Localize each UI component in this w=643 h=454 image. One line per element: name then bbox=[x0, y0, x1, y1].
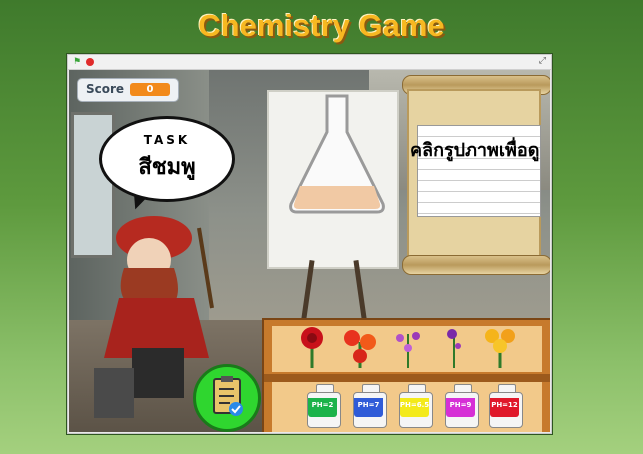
bottle-ph-label: PH=2 bbox=[311, 401, 334, 409]
rose-icon[interactable] bbox=[292, 324, 332, 368]
task-color-text: สีชมพู bbox=[138, 155, 196, 180]
info-scroll[interactable]: คลิกรูปภาพเพื่อดู bbox=[402, 75, 550, 275]
shelf-board bbox=[264, 374, 550, 382]
stage-window: ⚑ ⤢ Score 0 TASK สีชมพู คลิกรูปภาพเพื่อด… bbox=[67, 54, 552, 434]
scroll-prompt[interactable]: คลิกรูปภาพเพื่อดู bbox=[410, 135, 540, 164]
red-flower-icon[interactable] bbox=[340, 324, 380, 368]
game-stage: Score 0 TASK สีชมพู คลิกรูปภาพเพื่อดู PH… bbox=[69, 70, 550, 432]
flask-icon[interactable] bbox=[287, 94, 387, 214]
purple-flower-icon[interactable] bbox=[388, 324, 428, 368]
ph-bottle-9[interactable]: PH=9 bbox=[444, 384, 480, 428]
task-speech-bubble: TASK สีชมพู bbox=[99, 116, 235, 202]
shelf: PH=2 PH=7 PH=6.5 PH=9 PH=12 bbox=[262, 318, 550, 432]
bottle-ph-label: PH=6.5 bbox=[399, 401, 430, 409]
bottle-ph-label: PH=9 bbox=[449, 401, 472, 409]
ph-bottle-12[interactable]: PH=12 bbox=[488, 384, 524, 428]
stop-icon[interactable] bbox=[86, 58, 94, 66]
ph-bottle-7[interactable]: PH=7 bbox=[352, 384, 388, 428]
scroll-paper bbox=[407, 89, 541, 258]
green-flag-icon[interactable]: ⚑ bbox=[73, 57, 83, 67]
yellow-flower-icon[interactable] bbox=[480, 324, 520, 368]
score-label: Score bbox=[86, 82, 125, 96]
bottle-ph-label: PH=7 bbox=[357, 401, 380, 409]
clipboard-icon bbox=[213, 376, 243, 416]
score-value: 0 bbox=[130, 83, 170, 96]
score-display: Score 0 bbox=[77, 78, 179, 102]
ph-bottle-6-5[interactable]: PH=6.5 bbox=[398, 384, 434, 428]
ph-bottle-2[interactable]: PH=2 bbox=[306, 384, 342, 428]
small-purple-flower-icon[interactable] bbox=[434, 324, 474, 368]
game-title: Chemistry Game bbox=[198, 8, 445, 43]
checklist-button[interactable] bbox=[193, 364, 261, 432]
bottle-ph-label: PH=12 bbox=[491, 401, 518, 409]
task-label: TASK bbox=[143, 133, 191, 147]
scroll-bottom-roll bbox=[402, 255, 550, 275]
stage-toolbar: ⚑ ⤢ bbox=[68, 55, 551, 70]
fullscreen-icon[interactable]: ⤢ bbox=[539, 56, 546, 66]
